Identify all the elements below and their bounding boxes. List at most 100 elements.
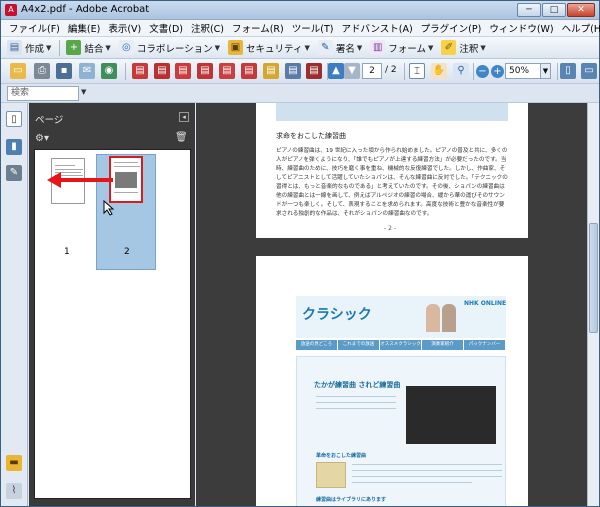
scrollbar-thumb[interactable] <box>589 223 598 333</box>
acrobat-app-icon: A <box>5 4 17 16</box>
previous-page-icon[interactable]: ▲ <box>328 63 344 79</box>
pdf-from-file-icon[interactable]: ▤ <box>132 63 148 79</box>
nhk-online-logo: NHK ONLINE <box>464 300 507 307</box>
pdf-page-2: クラシック NHK ONLINE 放送の見どころ これまでの放送 オススメクラシ… <box>256 256 528 506</box>
menu-edit[interactable]: 編集(E) <box>64 21 104 35</box>
fit-width-icon[interactable]: ▭ <box>581 63 597 79</box>
zoom-level-field[interactable]: 50% <box>505 63 541 79</box>
zoom-out-icon[interactable]: − <box>476 65 489 78</box>
pages-panel-header: ページ ◂ <box>29 109 195 127</box>
page-count-label: / 2 <box>385 65 397 75</box>
lock-icon: ▣ <box>228 40 244 55</box>
menu-tools[interactable]: ツール(T) <box>288 21 338 35</box>
chevron-down-icon[interactable]: ▼ <box>541 63 551 79</box>
chevron-down-icon: ▼ <box>105 43 111 52</box>
pdf-extract-icon[interactable]: ▤ <box>197 63 213 79</box>
comment-note-icon: ✐ <box>441 40 457 55</box>
pdf-optimize-icon[interactable]: ▤ <box>306 63 322 79</box>
menu-bar: ファイル(F) 編集(E) 表示(V) 文書(D) 注釈(C) フォーム(R) … <box>1 20 600 37</box>
thumbnail-area: 1 2 <box>34 149 191 499</box>
close-button[interactable]: ✕ <box>567 3 595 17</box>
email-icon[interactable]: ✉ <box>79 63 95 79</box>
signatures-icon[interactable]: ✎ <box>6 165 22 181</box>
web-text-line <box>316 408 396 409</box>
attachments-paperclip-icon[interactable]: ⌇ <box>6 483 22 499</box>
fit-page-icon[interactable]: ▯ <box>560 63 576 79</box>
menu-file[interactable]: ファイル(F) <box>5 21 64 35</box>
combine-task-button[interactable]: + 結合 ▼ <box>66 40 111 55</box>
web-nav-item: パックナンバー <box>464 340 506 350</box>
comments-panel-icon[interactable]: ▬ <box>6 455 22 471</box>
create-task-button[interactable]: ▤ 作成 ▼ <box>7 40 51 55</box>
comment-task-button[interactable]: ✐ 注釈 ▼ <box>441 40 486 55</box>
document-view[interactable]: 求命をおこした練習曲 ピアノの練習曲は、19 世紀に入った頃から作られ始めました… <box>196 103 587 506</box>
web-text-line <box>316 402 396 403</box>
maximize-button[interactable]: □ <box>542 3 566 17</box>
next-page-icon[interactable]: ▼ <box>344 63 360 79</box>
pdf-insert-icon[interactable]: ▤ <box>175 63 191 79</box>
chevron-down-icon: ▼ <box>46 43 52 52</box>
pages-panel-tools: ⚙▾ 🗑 <box>29 129 195 149</box>
drag-arrow-icon <box>47 172 113 188</box>
chevron-down-icon: ▼ <box>214 43 221 52</box>
form-icon: ▥ <box>370 40 386 55</box>
thumbnail-text-line <box>114 162 138 163</box>
web-subheading: 革命をおこした練習曲 <box>316 453 367 459</box>
forms-task-label: フォーム <box>388 43 426 55</box>
open-folder-icon[interactable]: ▭ <box>10 63 26 79</box>
vertical-scrollbar[interactable] <box>587 103 599 506</box>
pdf-delete-icon[interactable]: ▤ <box>154 63 170 79</box>
bookmarks-icon[interactable]: ▮ <box>6 139 22 155</box>
page-number-input[interactable]: 2 <box>362 63 382 79</box>
pdf-rotate-icon[interactable]: ▤ <box>263 63 279 79</box>
pdf-replace-icon[interactable]: ▤ <box>219 63 235 79</box>
combine-files-icon: + <box>66 40 82 55</box>
print-icon[interactable]: ⎙ <box>34 63 50 79</box>
pdf-image-icon[interactable]: ▤ <box>285 63 301 79</box>
hand-tool-icon[interactable]: ✋ <box>431 63 447 79</box>
search-input[interactable]: 検索 <box>7 86 79 101</box>
web-text-line <box>352 464 502 465</box>
sign-task-button[interactable]: ✎ 署名 ▼ <box>317 40 363 55</box>
sign-task-label: 署名 <box>335 43 355 55</box>
select-tool-icon[interactable]: ⌶ <box>409 63 425 79</box>
toolbar-divider <box>557 63 558 80</box>
web-browser-icon[interactable]: ◉ <box>101 63 117 79</box>
save-icon[interactable]: ▪ <box>56 63 72 79</box>
chevron-down-icon: ▼ <box>480 43 486 52</box>
panel-options-icon[interactable]: ◂ <box>179 112 189 122</box>
navigation-strip: ▯ ▮ ✎ ▬ ⌇ <box>1 103 28 506</box>
minimize-button[interactable]: ─ <box>517 3 541 17</box>
menu-help[interactable]: ヘルプ(H) <box>558 21 600 35</box>
pages-panel-icon[interactable]: ▯ <box>6 111 22 127</box>
host-photo <box>426 304 440 332</box>
web-subheading: 練習曲はライブラリにあります <box>316 497 387 503</box>
page-body-text: ピアノの練習曲は、19 世紀に入った頃から作られ始めました。ピアノの普及と共に、… <box>276 148 508 217</box>
forms-task-button[interactable]: ▥ フォーム ▼ <box>370 40 433 55</box>
chevron-down-icon[interactable]: ▼ <box>81 88 86 96</box>
trash-icon[interactable]: 🗑 <box>175 132 188 143</box>
menu-comments[interactable]: 注釈(C) <box>187 21 228 35</box>
chevron-down-icon: ▼ <box>427 43 434 52</box>
host-photo <box>442 304 456 332</box>
tasks-toolbar: ▤ 作成 ▼ + 結合 ▼ ◎ コラボレーション ▼ ▣ セキュリティ ▼ ✎ … <box>1 37 599 59</box>
menu-view[interactable]: 表示(V) <box>104 21 145 35</box>
page-image-strip <box>276 103 508 121</box>
collaboration-task-button[interactable]: ◎ コラボレーション ▼ <box>118 40 221 55</box>
menu-document[interactable]: 文書(D) <box>145 21 187 35</box>
web-nav-bar: 放送の見どころ これまでの放送 オススメクラシック 演奏家紹介 パックナンバー <box>296 340 506 350</box>
pdf-crop-icon[interactable]: ▤ <box>241 63 257 79</box>
menu-forms[interactable]: フォーム(R) <box>228 21 288 35</box>
options-gear-icon[interactable]: ⚙▾ <box>35 133 49 144</box>
acrobat-window: A A4x2.pdf - Adobe Acrobat ─ □ ✕ ファイル(F)… <box>0 0 600 507</box>
zoom-tool-icon[interactable]: ⚲ <box>453 63 469 79</box>
zoom-in-icon[interactable]: + <box>491 65 504 78</box>
web-section-title: たかが練習曲 されど練習曲 <box>314 381 401 389</box>
menu-plugins[interactable]: プラグイン(P) <box>417 21 486 35</box>
main-toolbar: ▭ ⎙ ▪ ✉ ◉ ▤ ▤ ▤ ▤ ▤ ▤ ▤ ▤ ▤ ▲ ▼ 2 / 2 ⌶ … <box>1 59 599 84</box>
security-task-button[interactable]: ▣ セキュリティ ▼ <box>228 40 310 55</box>
menu-window[interactable]: ウィンドウ(W) <box>485 21 557 35</box>
chevron-down-icon: ▼ <box>356 43 363 52</box>
menu-advanced[interactable]: アドバンスト(A) <box>337 21 416 35</box>
web-nav-item: 放送の見どころ <box>296 340 338 350</box>
